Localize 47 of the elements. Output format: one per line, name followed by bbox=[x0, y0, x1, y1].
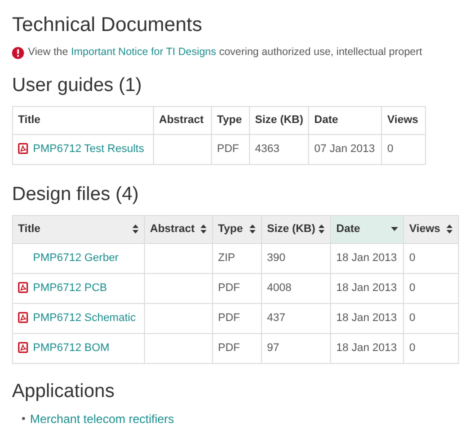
sort-icon bbox=[318, 224, 326, 234]
table-cell: PDF bbox=[212, 273, 262, 304]
column-header: Views bbox=[382, 106, 426, 134]
table-cell: 97 bbox=[262, 333, 331, 364]
column-header[interactable]: Size (KB) bbox=[262, 215, 331, 244]
table-cell: 18 Jan 2013 bbox=[330, 273, 404, 304]
column-header[interactable]: Abstract bbox=[144, 215, 212, 244]
caret-down-icon bbox=[391, 227, 398, 232]
column-header[interactable]: Date bbox=[330, 215, 404, 244]
table-cell: 18 Jan 2013 bbox=[330, 243, 404, 274]
application-link[interactable]: Merchant telecom rectifiers bbox=[30, 410, 174, 428]
bullet-icon bbox=[22, 417, 25, 420]
section-heading: Applications bbox=[12, 380, 116, 404]
notice-text: View the Important Notice for TI Designs covering authorized use, intellectual propert bbox=[28, 45, 422, 60]
table-cell: 4008 bbox=[262, 273, 331, 304]
column-header: Abstract bbox=[154, 106, 212, 134]
table-cell: 4363 bbox=[250, 134, 309, 164]
column-header: Date bbox=[308, 106, 382, 134]
notice-link[interactable]: Important Notice for TI Designs bbox=[71, 46, 216, 58]
column-header[interactable]: Type bbox=[212, 215, 262, 244]
table-cell: 390 bbox=[262, 243, 331, 274]
table-cell: PDF bbox=[212, 303, 262, 334]
table-cell: 07 Jan 2013 bbox=[308, 134, 382, 164]
section-heading: Design files (4) bbox=[12, 182, 140, 207]
table-cell: PDF bbox=[212, 134, 250, 164]
section-heading: User guides (1) bbox=[12, 74, 143, 98]
table-cell: 0 bbox=[404, 333, 459, 364]
table-cell: 0 bbox=[404, 303, 459, 334]
sort-icon bbox=[249, 224, 256, 234]
column-header[interactable]: Views bbox=[404, 215, 459, 244]
table-cell: 437 bbox=[262, 303, 331, 334]
table-cell: 0 bbox=[404, 273, 459, 304]
table-cell: 0 bbox=[382, 134, 426, 164]
table-cell: 0 bbox=[404, 243, 459, 274]
column-header: Type bbox=[212, 106, 250, 134]
column-header: Size (KB) bbox=[250, 106, 309, 134]
column-header: Title bbox=[12, 106, 154, 134]
table-cell: 18 Jan 2013 bbox=[330, 333, 404, 364]
column-header[interactable]: Title bbox=[12, 215, 144, 244]
table-cell: PDF bbox=[212, 333, 262, 364]
info-icon bbox=[12, 46, 24, 59]
table-cell: 18 Jan 2013 bbox=[330, 303, 404, 334]
sort-icon bbox=[446, 224, 454, 234]
sort-icon bbox=[132, 224, 139, 234]
sort-icon bbox=[200, 224, 207, 234]
page-title: Technical Documents bbox=[12, 13, 204, 38]
table-cell: ZIP bbox=[212, 243, 262, 274]
